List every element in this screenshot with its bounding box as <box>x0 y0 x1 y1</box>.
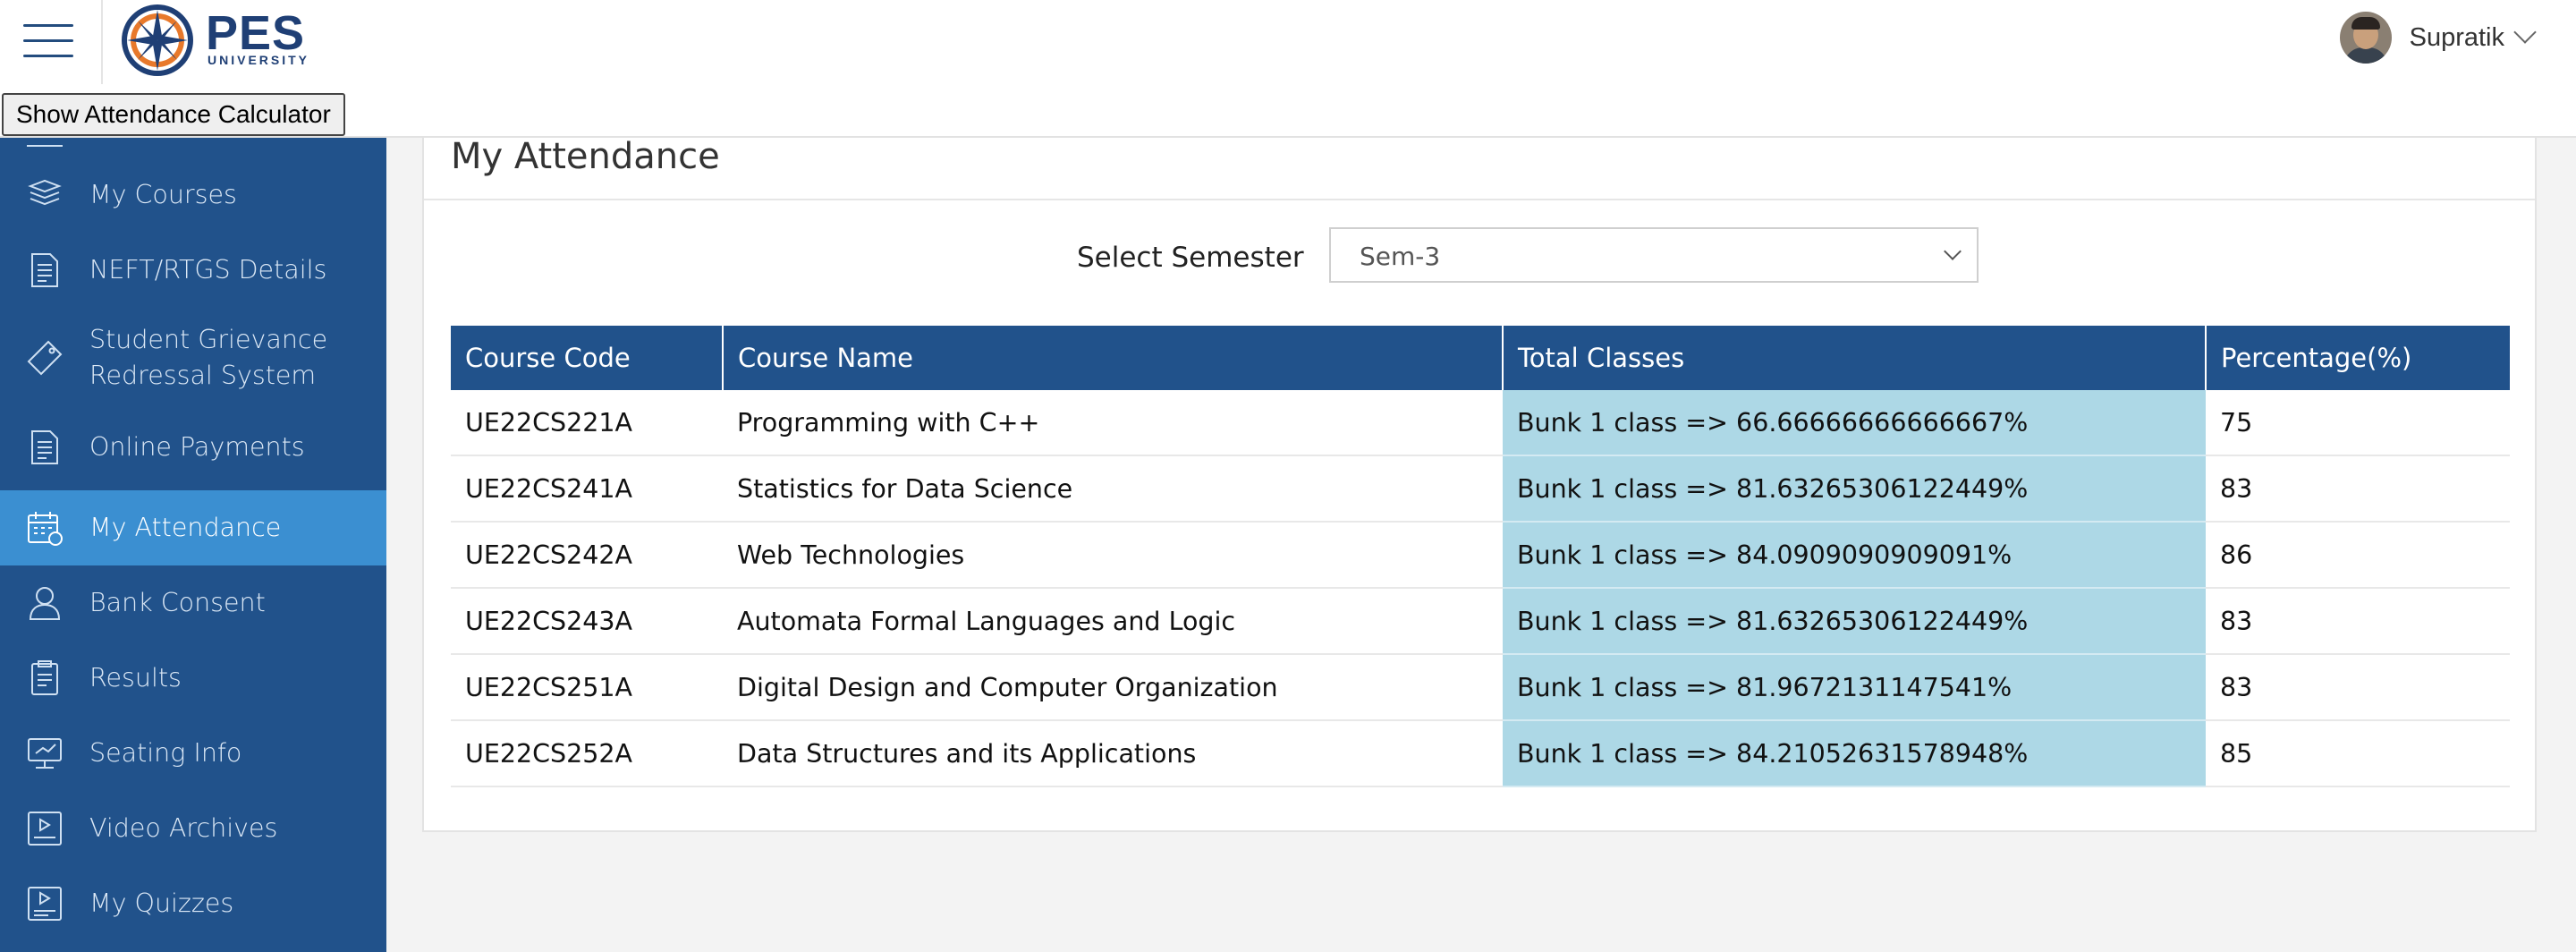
table-row: UE22CS251A Digital Design and Computer O… <box>451 654 2510 721</box>
column-header-total-classes: Total Classes <box>1503 326 2207 390</box>
sidebar-item-online-payments[interactable]: Online Payments <box>0 410 386 485</box>
attendance-table: Course Code Course Name Total Classes Pe… <box>451 326 2510 787</box>
quiz-video-icon <box>28 887 62 921</box>
books-icon <box>28 179 62 206</box>
cell-percentage: 75 <box>2206 390 2510 456</box>
table-row: UE22CS241A Statistics for Data Science B… <box>451 455 2510 523</box>
cell-course-code: UE22CS252A <box>451 720 723 787</box>
sidebar-item-bank-consent[interactable]: Bank Consent <box>0 565 386 641</box>
logo-subtext: UNIVERSITY <box>208 53 310 67</box>
document-list-icon <box>31 430 58 464</box>
sidebar-item-label: Seating Info <box>89 738 242 768</box>
semester-select[interactable]: Sem-3 <box>1329 227 1979 283</box>
compass-logo-icon <box>122 4 193 76</box>
sidebar-item-label: Video Archives <box>89 813 278 843</box>
pes-university-logo[interactable]: PES UNIVERSITY <box>113 2 309 79</box>
hamburger-menu-icon[interactable] <box>23 21 73 61</box>
clipboard-icon <box>31 660 58 695</box>
header-divider <box>101 0 103 84</box>
table-header-row: Course Code Course Name Total Classes Pe… <box>451 326 2510 390</box>
sidebar-item-label: My Courses <box>89 180 237 209</box>
user-icon <box>29 587 61 620</box>
chevron-down-icon <box>1944 242 1962 260</box>
cell-course-name: Digital Design and Computer Organization <box>723 654 1503 721</box>
attendance-card: My Attendance Select Semester Sem-3 Cour… <box>422 131 2537 832</box>
cell-percentage: 83 <box>2206 455 2510 523</box>
user-menu[interactable]: Supratik <box>2339 12 2537 64</box>
table-row: UE22CS242A Web Technologies Bunk 1 class… <box>451 522 2510 589</box>
cell-course-name: Statistics for Data Science <box>723 455 1503 523</box>
cell-total-classes: Bunk 1 class => 81.9672131147541% <box>1503 654 2206 721</box>
page-title: My Attendance <box>451 136 720 177</box>
cell-total-classes: Bunk 1 class => 81.63265306122449% <box>1503 455 2206 523</box>
sidebar: My Courses NEFT/RTGS Details Student Gri… <box>0 138 386 952</box>
menu-item-icon-partial <box>27 138 63 147</box>
sidebar-item-label: Bank Consent <box>89 588 266 617</box>
sidebar-item-seating-info[interactable]: Seating Info <box>0 716 386 791</box>
sidebar-item-label: Online Payments <box>89 432 305 462</box>
sidebar-item-label: My Quizzes <box>89 888 234 918</box>
cell-total-classes: Bunk 1 class => 81.63265306122449% <box>1503 588 2206 655</box>
sidebar-item-student-grievance[interactable]: Student Grievance Redressal System <box>0 308 386 410</box>
select-semester-label: Select Semester <box>1077 242 1304 274</box>
calendar-icon <box>28 512 63 546</box>
sidebar-item-my-courses[interactable]: My Courses <box>0 157 386 233</box>
cell-course-code: UE22CS243A <box>451 588 723 655</box>
cell-course-name: Data Structures and its Applications <box>723 720 1503 787</box>
semester-select-value: Sem-3 <box>1360 242 1441 271</box>
user-name: Supratik <box>2409 22 2504 52</box>
sidebar-item-label: NEFT/RTGS Details <box>89 255 327 285</box>
ticket-icon <box>27 340 63 376</box>
cell-course-name: Programming with C++ <box>723 390 1503 456</box>
monitor-icon <box>28 738 62 769</box>
cell-percentage: 85 <box>2206 720 2510 787</box>
table-row: UE22CS221A Programming with C++ Bunk 1 c… <box>451 390 2510 456</box>
table-row: UE22CS252A Data Structures and its Appli… <box>451 720 2510 787</box>
sidebar-item-video-archives[interactable]: Video Archives <box>0 791 386 866</box>
sidebar-item-neft-rtgs[interactable]: NEFT/RTGS Details <box>0 233 386 308</box>
show-attendance-calculator-button[interactable]: Show Attendance Calculator <box>2 93 345 136</box>
sidebar-item-label: Student Grievance <box>89 325 328 354</box>
column-header-course-code: Course Code <box>451 326 724 390</box>
cell-percentage: 86 <box>2206 522 2510 589</box>
sidebar-item-label: My Attendance <box>89 513 282 542</box>
sidebar-item-my-quizzes[interactable]: My Quizzes <box>0 866 386 941</box>
cell-total-classes: Bunk 1 class => 84.21052631578948% <box>1503 720 2206 787</box>
sidebar-item-label: Results <box>89 663 182 693</box>
title-divider <box>424 199 2535 200</box>
cell-course-code: UE22CS221A <box>451 390 723 456</box>
column-header-course-name: Course Name <box>723 326 1504 390</box>
top-header: PES UNIVERSITY Show Attendance Calculato… <box>0 0 2576 138</box>
cell-course-name: Web Technologies <box>723 522 1503 589</box>
cell-total-classes: Bunk 1 class => 66.66666666666667% <box>1503 390 2206 456</box>
sidebar-item-label-line2: Redressal System <box>89 361 317 390</box>
cell-course-code: UE22CS241A <box>451 455 723 523</box>
chevron-down-icon <box>2513 21 2537 44</box>
cell-total-classes: Bunk 1 class => 84.0909090909091% <box>1503 522 2206 589</box>
table-row: UE22CS243A Automata Formal Languages and… <box>451 588 2510 655</box>
cell-percentage: 83 <box>2206 588 2510 655</box>
avatar <box>2339 12 2392 64</box>
cell-course-code: UE22CS251A <box>451 654 723 721</box>
sidebar-item-results[interactable]: Results <box>0 641 386 716</box>
document-list-icon <box>31 253 58 287</box>
cell-course-name: Automata Formal Languages and Logic <box>723 588 1503 655</box>
cell-course-code: UE22CS242A <box>451 522 723 589</box>
video-icon <box>28 812 62 846</box>
cell-percentage: 83 <box>2206 654 2510 721</box>
column-header-percentage: Percentage(%) <box>2206 326 2510 390</box>
sidebar-item-my-attendance[interactable]: My Attendance <box>0 490 386 565</box>
